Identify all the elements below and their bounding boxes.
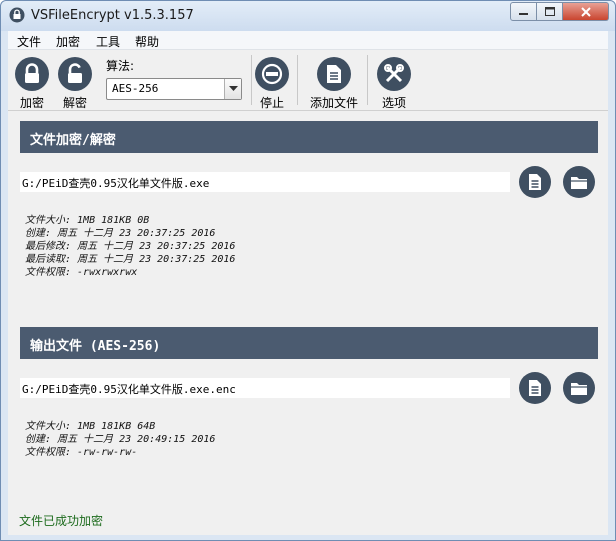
- browse-output-folder-button[interactable]: [563, 372, 595, 404]
- toolbar-separator: [367, 55, 368, 105]
- decrypt-button[interactable]: 解密: [53, 57, 97, 111]
- encrypt-button[interactable]: 加密: [10, 57, 54, 111]
- algorithm-select[interactable]: AES-256: [106, 78, 242, 100]
- source-path-field[interactable]: G:/PEiD查壳0.95汉化单文件版.exe: [20, 172, 510, 192]
- maximize-button[interactable]: [537, 2, 563, 21]
- folder-icon: [571, 382, 587, 395]
- close-button[interactable]: [563, 2, 609, 21]
- menu-encrypt[interactable]: 加密: [56, 33, 80, 50]
- close-icon: [580, 6, 591, 17]
- output-permissions: 文件权限: -rw-rw-rw-: [25, 447, 138, 458]
- view-source-file-button[interactable]: [519, 166, 551, 198]
- document-icon: [529, 380, 541, 396]
- window-title: VSFileEncrypt v1.5.3.157: [31, 8, 194, 23]
- source-permissions: 文件权限: -rwxrwxrwx: [25, 267, 138, 278]
- lock-app-icon: [9, 7, 25, 23]
- stop-label: 停止: [259, 96, 284, 110]
- stop-icon: [255, 57, 289, 91]
- minimize-icon: [519, 13, 528, 15]
- status-message: 文件已成功加密: [19, 514, 104, 528]
- tools-icon: [377, 57, 411, 91]
- title-bar[interactable]: VSFileEncrypt v1.5.3.157: [1, 1, 615, 31]
- algorithm-value: AES-256: [112, 82, 159, 95]
- decrypt-label: 解密: [62, 96, 87, 110]
- document-icon: [317, 57, 351, 91]
- source-section-header: 文件加密/解密: [20, 121, 598, 153]
- menu-file[interactable]: 文件: [17, 33, 41, 50]
- encrypt-label: 加密: [19, 96, 44, 110]
- minimize-button[interactable]: [510, 2, 537, 21]
- add-file-button[interactable]: 添加文件: [308, 57, 360, 111]
- add-file-label: 添加文件: [309, 96, 358, 110]
- document-icon: [529, 174, 541, 190]
- menu-help[interactable]: 帮助: [135, 33, 159, 50]
- browse-source-folder-button[interactable]: [563, 166, 595, 198]
- unlock-icon: [58, 57, 92, 91]
- folder-icon: [571, 176, 587, 189]
- maximize-icon: [544, 7, 555, 16]
- menu-bar: 文件 加密 工具 帮助: [8, 31, 608, 50]
- lock-icon: [15, 57, 49, 91]
- toolbar: 加密 解密 算法: AES-256 停止 添加文件 选项: [8, 51, 608, 111]
- chevron-down-icon: [228, 86, 238, 91]
- algorithm-label: 算法:: [106, 59, 135, 73]
- options-label: 选项: [381, 96, 406, 110]
- menu-tools[interactable]: 工具: [96, 33, 120, 50]
- output-section-header: 输出文件 (AES-256): [20, 327, 598, 359]
- client-area: 文件 加密 工具 帮助 加密 解密 算法: AES-256 停止 添加文件 选项…: [8, 31, 608, 535]
- options-button[interactable]: 选项: [372, 57, 416, 111]
- stop-button[interactable]: 停止: [250, 57, 294, 111]
- output-path-field[interactable]: G:/PEiD查壳0.95汉化单文件版.exe.enc: [20, 378, 510, 398]
- window-controls: [510, 2, 609, 21]
- dropdown-arrow-button[interactable]: [224, 79, 241, 99]
- view-output-file-button[interactable]: [519, 372, 551, 404]
- toolbar-separator: [297, 55, 298, 105]
- app-window: VSFileEncrypt v1.5.3.157 文件 加密 工具 帮助 加密 …: [0, 0, 616, 541]
